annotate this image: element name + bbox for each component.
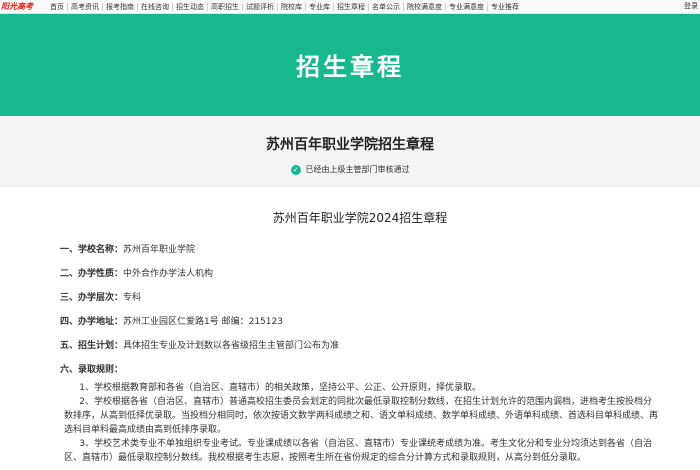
verification-text: 已经由上级主管部门审核通过 [305,165,410,174]
page-title: 苏州百年职业学院招生章程 [266,137,434,153]
check-icon: ✓ [290,164,301,175]
banner: 招生章程 [0,14,700,116]
rule-paragraph-3: 3、学校艺术类专业不单独组织专业考试。专业课成绩以各省（自治区、直辖市）专业课统… [64,439,653,463]
top-navigation: 阳光高考 首页 高考资讯 报考指南 在线咨询 招生动态 高职招生 试题评析 院校… [0,0,700,14]
rule-paragraph-1: 1、学校根据教育部和各省（自治区、直辖市）的相关政策，坚持公平、公正、公开原则，… [79,383,482,393]
nav-item-consult[interactable]: 在线咨询 [138,2,173,11]
site-logo[interactable]: 阳光高考 [0,1,47,12]
field-school-name: 一、学校名称： 苏州百年职业学院 [60,244,660,268]
nav-item-news[interactable]: 高考资讯 [68,2,103,11]
banner-title: 招生章程 [296,52,404,81]
nav-item-updates[interactable]: 招生动态 [173,2,208,11]
nav-item-major-satisfaction[interactable]: 专业满意度 [446,2,488,11]
rules-heading: 六、录取规则： [60,365,124,375]
field-label: 三、办学层次： [60,293,124,303]
field-value: 中外合作办学法人机构 [123,269,214,279]
article-body: 苏州百年职业学院2024招生章程 一、学校名称： 苏州百年职业学院 二、办学性质… [0,187,700,465]
verification-notice: ✓ 已经由上级主管部门审核通过 [0,164,700,175]
field-label: 四、办学地址： [60,317,124,327]
nav-item-charter[interactable]: 招生章程 [334,2,369,11]
field-plan: 五、招生计划： 具体招生专业及计划数以各省级招生主管部门公布为准 [60,340,660,364]
field-value: 专科 [123,293,142,303]
nav-item-college-satisfaction[interactable]: 院校满意度 [404,2,446,11]
nav-item-vocational[interactable]: 高职招生 [208,2,243,11]
nav-item-publicity[interactable]: 名单公示 [369,2,404,11]
login-link[interactable]: 登录 [684,1,698,11]
nav-item-colleges[interactable]: 院校库 [278,2,306,11]
field-label: 五、招生计划： [60,341,124,351]
field-address: 四、办学地址： 苏州工业园区仁爱路1号 邮编：215123 [60,316,660,340]
field-label: 二、办学性质： [60,269,124,279]
field-level: 三、办学层次： 专科 [60,292,660,316]
field-label: 一、学校名称： [60,245,124,255]
nav-item-recommend[interactable]: 专业推荐 [488,3,522,11]
field-value: 苏州工业园区仁爱路1号 邮编：215123 [123,317,283,327]
nav-menu: 首页 高考资讯 报考指南 在线咨询 招生动态 高职招生 试题评析 院校库 专业库… [47,2,522,11]
field-nature: 二、办学性质： 中外合作办学法人机构 [60,268,660,292]
field-value: 苏州百年职业学院 [123,245,196,255]
rule-paragraph-2: 2、学校根据各省（自治区、直辖市）普通高校招生委员会划定的同批次最低录取控制分数… [64,397,659,435]
article-title: 苏州百年职业学院2024招生章程 [272,211,448,225]
nav-item-exam-review[interactable]: 试题评析 [243,2,278,11]
field-value: 具体招生专业及计划数以各省级招生主管部门公布为准 [123,341,340,351]
nav-item-guide[interactable]: 报考指南 [103,2,138,11]
charter-header: 苏州百年职业学院招生章程 ✓ 已经由上级主管部门审核通过 [0,116,700,187]
nav-item-majors[interactable]: 专业库 [306,2,334,11]
nav-item-home[interactable]: 首页 [47,2,68,11]
